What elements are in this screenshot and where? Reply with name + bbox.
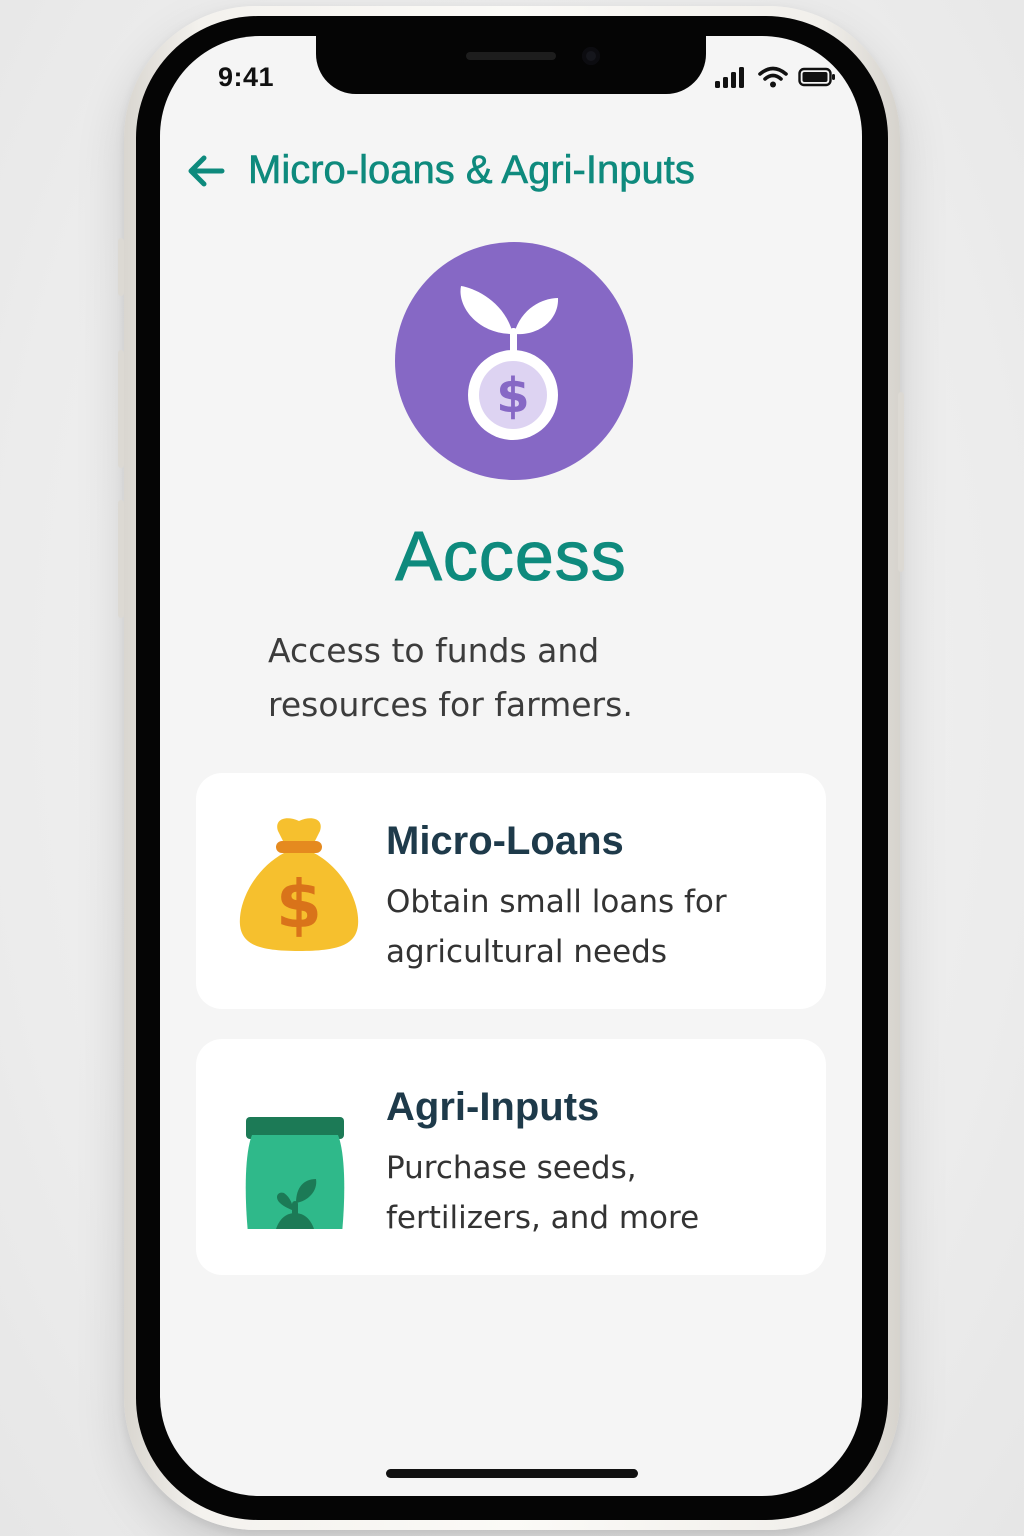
arrow-left-icon xyxy=(188,155,225,186)
power-button xyxy=(898,392,904,572)
app-header: Micro-loans & Agri-Inputs xyxy=(184,148,695,193)
speaker-grille xyxy=(466,52,556,60)
wifi-icon xyxy=(758,66,788,88)
back-button[interactable] xyxy=(184,149,228,193)
card-title: Agri-Inputs xyxy=(386,1085,600,1129)
hero-icon-badge: $ xyxy=(395,242,633,480)
battery-icon xyxy=(798,67,835,87)
volume-up-button xyxy=(118,350,124,468)
hero-title: Access xyxy=(395,517,627,596)
status-time: 9:41 xyxy=(218,62,275,92)
svg-text:$: $ xyxy=(276,866,322,943)
card-description: Purchase seeds, fertilizers, and more xyxy=(386,1150,700,1236)
mute-switch xyxy=(118,238,124,296)
status-icons xyxy=(714,66,836,88)
money-bag-icon: $ xyxy=(234,813,364,963)
micro-loans-card[interactable]: $ Micro-Loans Obtain small loans for agr… xyxy=(196,773,826,1009)
home-indicator[interactable] xyxy=(386,1469,638,1478)
sprout-dollar-icon: $ xyxy=(460,286,559,440)
front-camera xyxy=(582,47,600,65)
svg-text:$: $ xyxy=(496,368,529,424)
hero-description: Access to funds and resources for farmer… xyxy=(268,631,633,724)
card-description: Obtain small loans for agricultural need… xyxy=(386,884,727,970)
volume-down-button xyxy=(118,500,124,618)
seed-bag-icon xyxy=(234,1079,364,1251)
card-title: Micro-Loans xyxy=(386,819,624,863)
app-screen: 9:41 Micro-loans & Agri-Inputs $ Access … xyxy=(160,36,862,1496)
notch xyxy=(316,36,706,94)
cellular-signal-icon xyxy=(715,67,744,88)
page-title: Micro-loans & Agri-Inputs xyxy=(248,148,695,193)
backdrop: 9:41 Micro-loans & Agri-Inputs $ Access … xyxy=(0,0,1024,1536)
agri-inputs-card[interactable]: Agri-Inputs Purchase seeds, fertilizers,… xyxy=(196,1039,826,1275)
